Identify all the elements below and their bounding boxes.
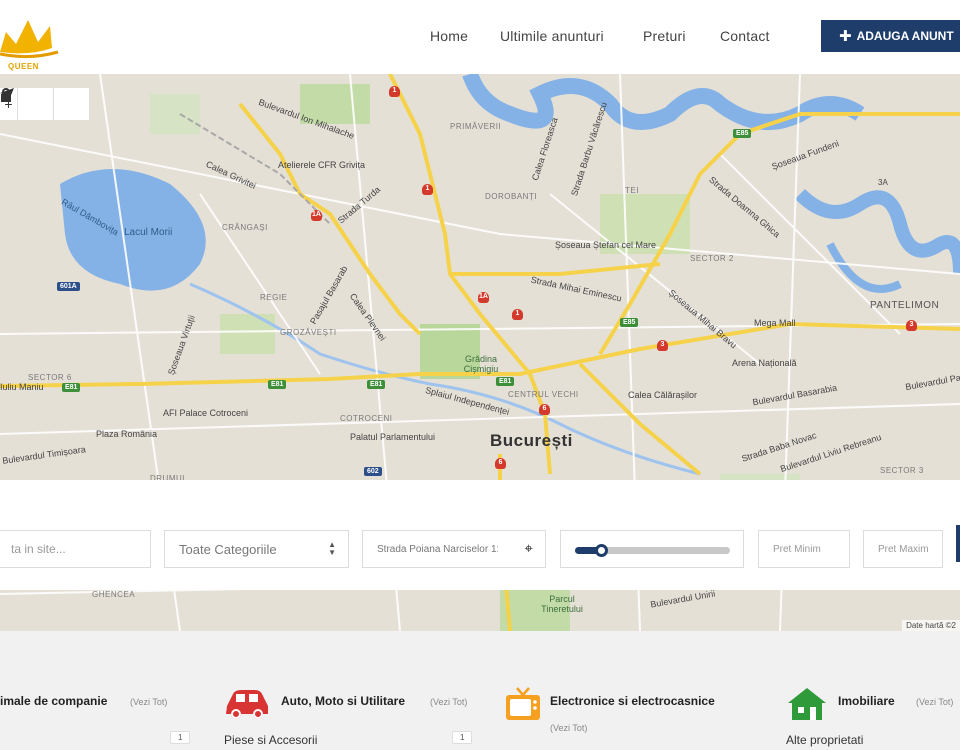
plus-icon: ✚: [839, 27, 852, 45]
keyword-placeholder: ta in site...: [11, 542, 66, 556]
map-district: PRIMĂVERII: [450, 122, 502, 131]
road-badge: E85: [733, 129, 752, 138]
road-badge: 1A: [311, 210, 322, 221]
road-badge: 3: [906, 320, 917, 331]
tv-icon: [506, 687, 540, 720]
nav-contact[interactable]: Contact: [720, 28, 770, 44]
road-badge: 601A: [57, 282, 80, 291]
subcategory-count: 1: [452, 731, 473, 744]
map-district: GROZĂVEȘTI: [280, 328, 337, 337]
map-place: Palatul Parlamentului: [350, 432, 436, 442]
subcategory-link[interactable]: Piese si Accesorii: [224, 733, 317, 747]
map-place: Parcul Tineretului: [541, 594, 583, 614]
map-place: Plaza România: [96, 429, 158, 439]
price-max-placeholder: Pret Maxim: [878, 543, 929, 555]
location-input[interactable]: Strada Poiana Narciselor 1: ⌖: [362, 530, 546, 568]
map-district: DOROBANȚI: [485, 192, 538, 201]
map-street: Șoseaua Ștefan cel Mare: [555, 240, 657, 250]
map-district: CRÂNGAȘI: [222, 223, 268, 232]
add-listing-label: ADAUGA ANUNT: [856, 29, 954, 43]
road-badge: E85: [620, 318, 639, 327]
price-min-placeholder: Pret Minim: [773, 543, 821, 555]
send-icon[interactable]: [0, 88, 90, 120]
road-badge: 1: [389, 86, 400, 97]
map-street: Iuliu Maniu: [0, 382, 44, 392]
map-city-label: București: [490, 431, 573, 450]
select-arrows-icon: ▲ ▼: [328, 540, 336, 557]
subcategory-link[interactable]: Alte proprietati: [786, 733, 863, 747]
price-max-input[interactable]: Pret Maxim: [863, 530, 943, 568]
map-district: TEI: [625, 186, 639, 195]
nav-prices[interactable]: Preturi: [643, 28, 686, 44]
map-district: SECTOR 6: [28, 373, 72, 382]
categories-section: imale de companie (Vezi Tot) 1 Auto, Mot…: [0, 631, 960, 750]
radius-slider[interactable]: [575, 544, 730, 557]
car-icon: [226, 690, 268, 719]
category-title[interactable]: Imobiliare: [838, 694, 895, 708]
category-view-all-link[interactable]: (Vezi Tot): [916, 697, 953, 707]
map-district: REGIE: [260, 293, 288, 302]
road-badge: E81: [62, 383, 81, 392]
map-district: PANTELIMON: [870, 300, 940, 311]
category-select[interactable]: Toate Categoriile ▲ ▼: [164, 530, 349, 568]
site-logo[interactable]: QUEEN: [0, 12, 70, 71]
map-place: Atelierele CFR Grivița: [278, 160, 366, 170]
house-icon: [788, 688, 826, 720]
site-header: QUEEN Home Ultimile anunturi Preturi Con…: [0, 0, 960, 74]
map-street: Calea Călărașilor: [628, 390, 698, 400]
road-badge: 602: [364, 467, 382, 476]
road-badge: 6: [495, 458, 506, 469]
map-place: Arena Națională: [732, 358, 797, 368]
road-badge: 1A: [478, 292, 489, 303]
search-button[interactable]: [956, 525, 960, 562]
category-view-all-link[interactable]: (Vezi Tot): [550, 723, 587, 733]
subcategory-count: 1: [170, 731, 191, 744]
category-view-all-link[interactable]: (Vezi Tot): [430, 697, 467, 707]
map-district: GHENCEA: [92, 590, 136, 599]
locate-crosshair-icon[interactable]: ⌖: [525, 541, 533, 556]
keyword-search-input[interactable]: ta in site...: [0, 530, 151, 568]
map-district: SECTOR 3: [880, 466, 924, 475]
crown-logo-icon: [0, 20, 59, 59]
map-district: SECTOR 2: [690, 254, 734, 263]
category-value: Toate Categoriile: [179, 541, 277, 557]
nav-latest-ads[interactable]: Ultimile anunturi: [500, 28, 604, 44]
category-title[interactable]: Auto, Moto si Utilitare: [281, 694, 405, 708]
add-listing-button[interactable]: ✚ ADAUGA ANUNT: [821, 20, 960, 52]
road-badge: 1: [512, 309, 523, 320]
search-panel: ta in site... Toate Categoriile ▲ ▼ Strad…: [0, 480, 960, 590]
logo-text: QUEEN: [8, 62, 39, 71]
road-badge: 3: [657, 340, 668, 351]
map-place: Mega Mall: [754, 318, 796, 328]
map-district: CENTRUL VECHI: [508, 390, 579, 399]
road-badge: 1: [422, 184, 433, 195]
nav-home[interactable]: Home: [430, 28, 468, 44]
category-title[interactable]: imale de companie: [0, 694, 107, 708]
price-min-input[interactable]: Pret Minim: [758, 530, 850, 568]
road-badge: E81: [496, 377, 515, 386]
road-badge: E81: [367, 380, 386, 389]
map-toolbar: +: [0, 88, 90, 120]
location-value: Strada Poiana Narciselor 1:: [377, 543, 498, 555]
map-place: Lacul Morii: [124, 227, 173, 238]
lock-icon[interactable]: [1, 88, 54, 120]
park-area: [150, 94, 200, 134]
map-district: COTROCENI: [340, 414, 393, 423]
category-title[interactable]: Electronice si electrocasnice: [550, 694, 715, 708]
road-badge: 3A: [878, 178, 888, 187]
road-badge: E81: [268, 380, 287, 389]
map-place: Grădina Cișmigiu: [463, 354, 499, 374]
map-place: AFI Palace Cotroceni: [163, 408, 249, 418]
road-badge: 6: [539, 404, 550, 415]
category-view-all-link[interactable]: (Vezi Tot): [130, 697, 167, 707]
map-credit: Date hartă ©2: [902, 620, 960, 631]
